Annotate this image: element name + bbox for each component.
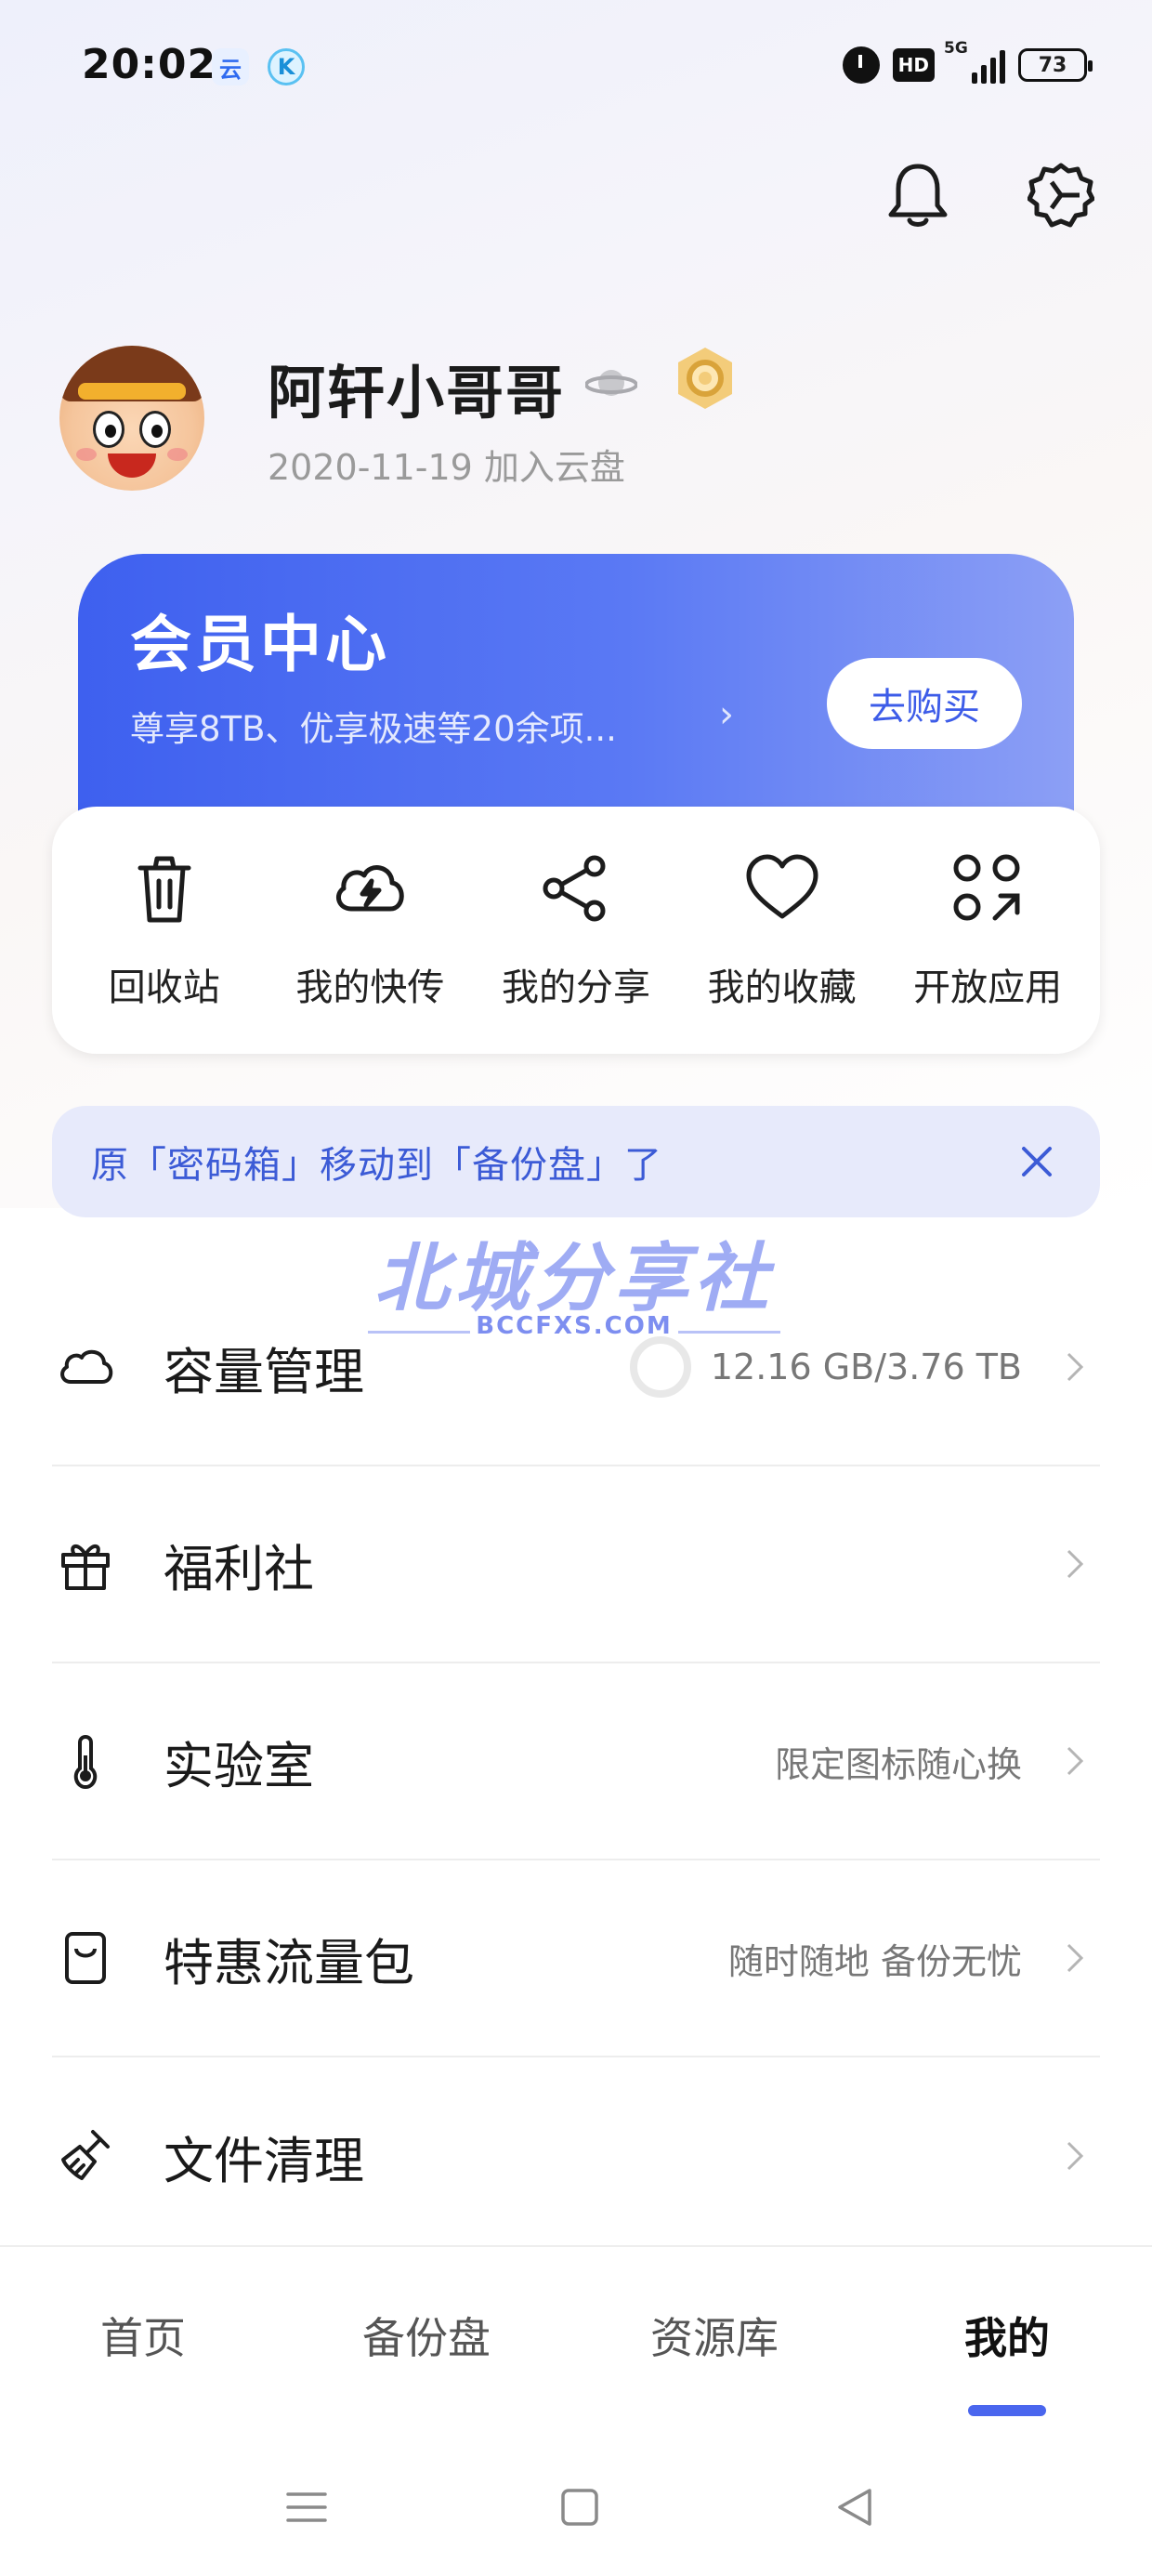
alarm-icon — [842, 46, 880, 84]
share-icon — [543, 855, 606, 922]
tab-mine[interactable]: 我的 — [964, 2305, 1050, 2366]
chevron-right-icon — [1067, 2141, 1084, 2171]
hd-badge: HD — [892, 48, 935, 82]
quick-action-open-apps[interactable]: 开放应用 — [889, 849, 1086, 1011]
chevron-right-icon — [1067, 1549, 1084, 1579]
quick-actions-panel: 回收站 我的快传 我的分享 我的收藏 开放应用 — [52, 807, 1100, 1054]
signal-icon: 5G — [944, 39, 1005, 84]
quick-action-label: 回收站 — [108, 966, 220, 1009]
menu-item-file-cleanup[interactable]: 文件清理 — [52, 2057, 1100, 2254]
tab-backup-disk[interactable]: 备份盘 — [362, 2305, 491, 2366]
status-time: 20:02 — [82, 41, 217, 88]
menu-item-label: 容量管理 — [164, 1342, 364, 1401]
quick-action-fast-transfer[interactable]: 我的快传 — [271, 849, 468, 1011]
avatar[interactable] — [59, 346, 204, 491]
menu-icon[interactable] — [282, 2483, 331, 2531]
cloud-icon — [60, 1349, 113, 1384]
menu-item-label: 文件清理 — [164, 2131, 364, 2190]
join-date: 2020-11-19 加入云盘 — [268, 447, 625, 488]
menu-item-welfare[interactable]: 福利社 — [52, 1466, 1100, 1663]
thermometer-icon — [73, 1735, 98, 1790]
quick-action-label: 我的快传 — [295, 966, 445, 1009]
chevron-right-icon — [1067, 1352, 1084, 1382]
menu-item-label: 特惠流量包 — [164, 1933, 414, 1992]
network-type-label: 5G — [944, 39, 968, 58]
cloud-app-icon: 云 — [212, 48, 249, 85]
medal-icon[interactable] — [673, 346, 738, 411]
notice-banner[interactable]: 原「密码箱」移动到「备份盘」了 — [52, 1106, 1100, 1217]
quick-action-favorites[interactable]: 我的收藏 — [684, 849, 881, 1011]
loading-spinner — [630, 1336, 691, 1398]
menu-item-label: 实验室 — [164, 1736, 314, 1795]
home-icon[interactable] — [556, 2483, 604, 2531]
menu-item-value: 随时随地 备份无忧 — [727, 1940, 1022, 1982]
cloud-flash-icon — [336, 865, 405, 912]
active-tab-indicator — [968, 2405, 1046, 2416]
tab-resource-library[interactable]: 资源库 — [650, 2305, 779, 2366]
menu-item-value: 限定图标随心换 — [774, 1743, 1022, 1785]
buy-button[interactable]: 去购买 — [827, 658, 1022, 749]
status-indicators: HD 5G 73 — [842, 39, 1093, 84]
bell-icon[interactable] — [879, 156, 957, 234]
notice-text: 原「密码箱」移动到「备份盘」了 — [91, 1144, 662, 1187]
tab-home[interactable]: 首页 — [100, 2305, 186, 2366]
user-name: 阿轩小哥哥 — [268, 359, 566, 427]
member-description: 尊享8TB、优享极速等20余项... — [130, 709, 617, 749]
storage-usage: 12.16 GB/3.76 TB — [710, 1347, 1022, 1387]
watermark-title: 北城分享社 — [374, 1235, 774, 1321]
menu-item-data-pack[interactable]: 特惠流量包 随时随地 备份无忧 — [52, 1860, 1100, 2057]
apps-icon — [953, 854, 1020, 921]
broom-icon — [61, 2130, 110, 2180]
quick-action-label: 开放应用 — [913, 966, 1063, 1009]
trash-icon — [137, 856, 191, 923]
quick-action-label: 我的分享 — [501, 966, 650, 1009]
chevron-right-icon — [1067, 1746, 1084, 1776]
chevron-right-icon: › — [719, 693, 734, 736]
quick-action-my-shares[interactable]: 我的分享 — [478, 849, 674, 1011]
data-pack-icon — [65, 1932, 106, 1984]
watermark: 北城分享社 BCCFXS.COM — [360, 1238, 788, 1342]
quick-action-label: 我的收藏 — [707, 966, 857, 1009]
chevron-right-icon — [1067, 1943, 1084, 1973]
settings-icon[interactable] — [1022, 156, 1100, 234]
battery-indicator: 73 — [1018, 48, 1093, 82]
member-title: 会员中心 — [130, 609, 390, 680]
status-bar: 20:02 云 K HD 5G 73 — [0, 0, 1152, 139]
menu-list: 容量管理 12.16 GB/3.76 TB 福利社 实验室 限定图标随心换 特惠… — [52, 1269, 1100, 2254]
bottom-nav: 首页 备份盘 资源库 我的 — [0, 2245, 1152, 2427]
menu-item-label: 福利社 — [164, 1539, 314, 1598]
quick-action-recycle-bin[interactable]: 回收站 — [66, 849, 263, 1011]
close-icon[interactable] — [1015, 1139, 1059, 1184]
k-app-icon: K — [268, 48, 305, 85]
back-icon[interactable] — [831, 2483, 879, 2531]
heart-icon — [746, 854, 818, 919]
gift-icon — [61, 1544, 110, 1590]
menu-item-lab[interactable]: 实验室 限定图标随心换 — [52, 1663, 1100, 1860]
planet-icon — [585, 370, 637, 396]
system-nav-bar — [0, 2427, 1152, 2576]
